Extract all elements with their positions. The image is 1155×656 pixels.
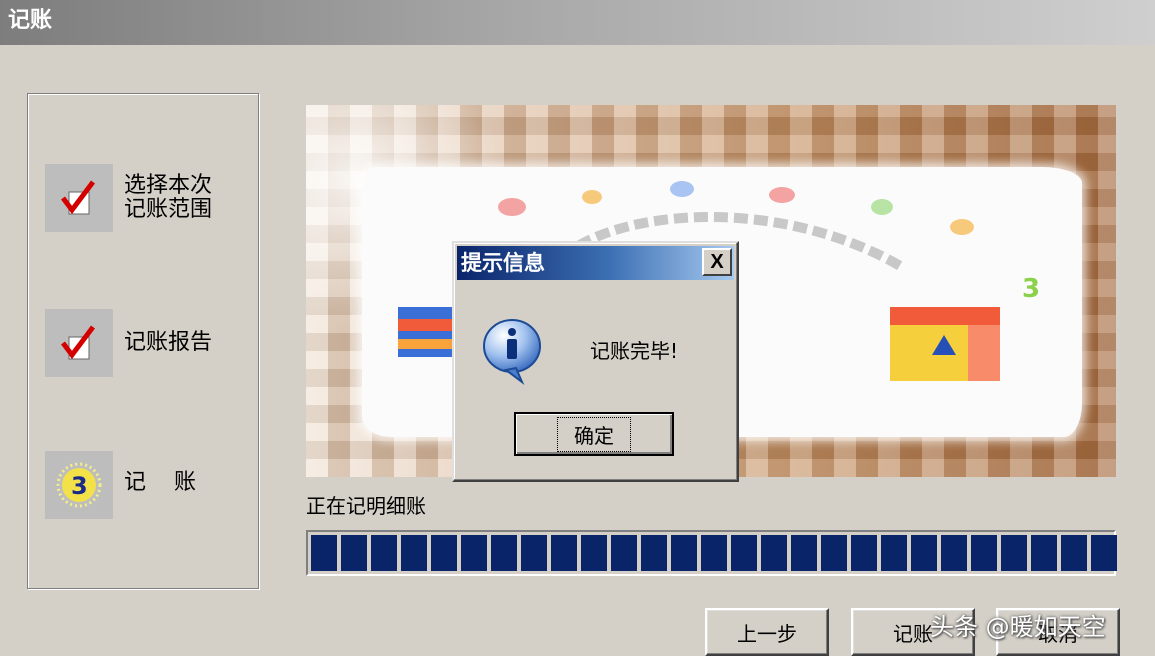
progress-segment [491, 535, 517, 571]
progress-segment [581, 535, 607, 571]
progress-segment [371, 535, 397, 571]
step-select-range-label: 选择本次 记账范围 [124, 174, 212, 222]
dialog-title: 提示信息 [461, 251, 545, 275]
info-icon [480, 316, 544, 390]
progress-bar [306, 530, 1117, 576]
progress-segment [671, 535, 697, 571]
window-title-bar[interactable]: 记账 [0, 0, 1155, 45]
progress-status-text: 正在记明细账 [306, 494, 426, 518]
wizard-steps-panel: 选择本次 记账范围 记账报告 3 记 账 [27, 93, 259, 589]
info-dialog: 提示信息 X 记账完毕! 确定 [452, 241, 739, 482]
step-3-sparkle-icon: 3 [45, 451, 113, 519]
progress-segment [431, 535, 457, 571]
step-post-label: 记 账 [124, 471, 196, 495]
checkmark-document-icon [45, 164, 113, 232]
previous-step-button[interactable]: 上一步 [705, 608, 829, 656]
window-title: 记账 [8, 8, 53, 33]
dialog-message: 记账完毕! [590, 339, 679, 363]
step-select-range-line1: 选择本次 [124, 173, 213, 198]
step-post: 3 记 账 [28, 449, 258, 519]
progress-segment [551, 535, 577, 571]
watermark-text: 头条 @暖如天空 [930, 613, 1106, 641]
progress-segment [401, 535, 427, 571]
step-report: 记账报告 [28, 309, 258, 379]
step-post-text: 记 账 [124, 470, 196, 495]
svg-text:3: 3 [1022, 274, 1040, 304]
dialog-ok-button[interactable]: 确定 [514, 412, 674, 456]
progress-segment [1091, 535, 1117, 571]
progress-segment [881, 535, 907, 571]
progress-segment [1001, 535, 1027, 571]
progress-segment [641, 535, 667, 571]
progress-segment [461, 535, 487, 571]
progress-segment [941, 535, 967, 571]
progress-segment [731, 535, 757, 571]
progress-segment [521, 535, 547, 571]
dialog-ok-label: 确定 [557, 416, 631, 452]
step-select-range: 选择本次 记账范围 [28, 164, 258, 234]
progress-segment [611, 535, 637, 571]
close-icon: X [710, 251, 724, 273]
progress-segment [911, 535, 937, 571]
progress-segment [1031, 535, 1057, 571]
progress-segment [701, 535, 727, 571]
dialog-title-bar[interactable]: 提示信息 [457, 246, 734, 280]
progress-segment [851, 535, 877, 571]
progress-segment [761, 535, 787, 571]
step-report-label: 记账报告 [124, 330, 213, 355]
svg-text:3: 3 [71, 472, 88, 500]
progress-segment [341, 535, 367, 571]
progress-segment [971, 535, 997, 571]
progress-segment [791, 535, 817, 571]
checkmark-report-icon [45, 309, 113, 377]
step-select-range-line2: 记账范围 [124, 197, 213, 222]
dialog-close-button[interactable]: X [702, 248, 732, 276]
progress-segment [1061, 535, 1087, 571]
progress-segment [821, 535, 847, 571]
progress-segment [311, 535, 337, 571]
